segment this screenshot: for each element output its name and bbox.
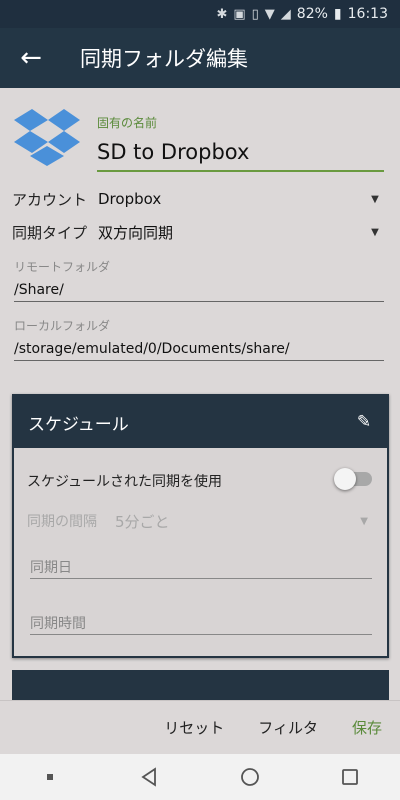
save-button[interactable]: 保存 xyxy=(352,717,382,738)
page-title: 同期フォルダ編集 xyxy=(80,47,248,71)
back-arrow-icon: ← xyxy=(20,43,42,73)
local-folder-label: ローカルフォルダ xyxy=(14,319,111,333)
nfc-icon: ▣ xyxy=(233,6,246,22)
battery-icon: ▮ xyxy=(333,6,342,22)
dot-icon xyxy=(47,774,53,780)
back-button[interactable]: ← xyxy=(0,28,62,88)
remote-folder-field[interactable]: リモートフォルダ /Share/ xyxy=(14,258,384,302)
clock: 16:13 xyxy=(347,6,388,22)
status-bar: ✱ ▣ ▯ ▼ ◢ 82% ▮ 16:13 xyxy=(0,0,400,28)
interval-value: 5分ごと xyxy=(115,512,170,531)
sync-day-input[interactable]: 同期日 xyxy=(30,549,372,579)
sync-type-value: 双方向同期 xyxy=(98,223,174,242)
use-schedule-toggle[interactable] xyxy=(334,468,372,490)
square-recents-icon xyxy=(342,769,358,785)
name-label: 固有の名前 xyxy=(97,116,158,130)
dropdown-arrow-icon: ▼ xyxy=(360,515,368,527)
remote-folder-input[interactable]: /Share/ xyxy=(14,276,384,302)
filter-button[interactable]: フィルタ xyxy=(258,717,318,738)
toggle-knob xyxy=(334,468,356,490)
sync-type-select[interactable]: 同期タイプ 双方向同期 ▼ xyxy=(12,218,382,246)
app-bar: ← 同期フォルダ編集 xyxy=(0,28,400,88)
name-input[interactable]: SD to Dropbox xyxy=(97,136,384,172)
interval-select[interactable]: 同期の間隔 5分ごと ▼ xyxy=(27,510,372,532)
remote-folder-label: リモートフォルダ xyxy=(14,260,111,274)
dropbox-logo-icon xyxy=(14,109,80,166)
next-card-header xyxy=(12,670,389,700)
local-folder-field[interactable]: ローカルフォルダ /storage/emulated/0/Documents/s… xyxy=(14,317,384,361)
use-schedule-row[interactable]: スケジュールされた同期を使用 xyxy=(27,468,372,492)
sync-time-input[interactable]: 同期時間 xyxy=(30,605,372,635)
sync-type-label: 同期タイプ xyxy=(12,223,88,242)
account-label: アカウント xyxy=(12,190,88,209)
schedule-title: スケジュール xyxy=(28,414,129,435)
content: 固有の名前 SD to Dropbox アカウント Dropbox ▼ 同期タイ… xyxy=(0,88,400,700)
back-nav-button[interactable] xyxy=(130,757,170,797)
system-nav-bar xyxy=(0,754,400,800)
schedule-card: スケジュール ✎ スケジュールされた同期を使用 同期の間隔 5分ごと ▼ 同期日… xyxy=(12,394,389,658)
bluetooth-icon: ✱ xyxy=(216,6,228,22)
use-schedule-label: スケジュールされた同期を使用 xyxy=(27,474,223,490)
account-select[interactable]: アカウント Dropbox ▼ xyxy=(12,185,382,213)
signal-icon: ◢ xyxy=(280,6,291,22)
bottom-action-bar: リセット フィルタ 保存 xyxy=(0,700,400,754)
vibrate-icon: ▯ xyxy=(251,6,259,22)
circle-home-icon xyxy=(241,768,259,786)
battery-percent: 82% xyxy=(296,6,328,22)
recent-dot-button[interactable] xyxy=(30,757,70,797)
dropdown-arrow-icon: ▼ xyxy=(371,193,379,205)
schedule-header: スケジュール ✎ xyxy=(14,396,387,448)
dropdown-arrow-icon: ▼ xyxy=(371,226,379,238)
edit-pencil-icon[interactable]: ✎ xyxy=(353,411,375,433)
triangle-back-icon xyxy=(141,767,156,787)
local-folder-input[interactable]: /storage/emulated/0/Documents/share/ xyxy=(14,335,384,361)
account-value: Dropbox xyxy=(98,190,162,208)
interval-label: 同期の間隔 xyxy=(27,514,97,530)
wifi-icon: ▼ xyxy=(264,6,275,22)
reset-button[interactable]: リセット xyxy=(164,717,224,738)
home-nav-button[interactable] xyxy=(230,757,270,797)
recents-nav-button[interactable] xyxy=(330,757,370,797)
